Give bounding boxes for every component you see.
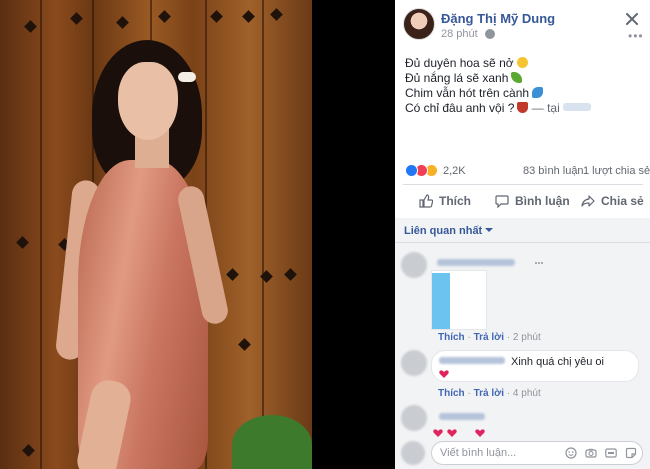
- door-bolt: [210, 10, 223, 23]
- location-prefix: — tại: [531, 101, 560, 115]
- commenter-avatar[interactable]: [401, 350, 427, 376]
- figure-face: [118, 62, 178, 140]
- divider: [395, 242, 650, 243]
- sunflower-emoji-icon: [516, 57, 528, 68]
- commenter-name[interactable]: [439, 413, 485, 420]
- heart-emoji-icon: [439, 370, 449, 378]
- door-bolt: [284, 268, 297, 281]
- share-icon: [581, 195, 595, 207]
- like-label: Thích: [439, 194, 471, 208]
- current-user-avatar: [401, 441, 425, 465]
- commenter-name[interactable]: [439, 357, 505, 364]
- commenter-avatar[interactable]: [401, 405, 427, 431]
- chevron-down-icon: [485, 228, 494, 232]
- door-plank: [262, 0, 264, 469]
- gif-icon[interactable]: [605, 447, 617, 459]
- door-bolt: [16, 236, 29, 249]
- more-icon[interactable]: •••: [628, 30, 644, 42]
- close-icon[interactable]: [625, 12, 639, 26]
- plant: [232, 415, 312, 469]
- leaf-emoji-icon: [511, 72, 523, 83]
- comment-reply-link[interactable]: Trả lời: [474, 332, 504, 343]
- caption-line: Đủ duyên hoa sẽ nở: [405, 56, 641, 71]
- comment-label: Bình luận: [515, 194, 570, 208]
- comment-meta: Thích · Trả lời · 4 phút: [438, 388, 541, 399]
- commenter-name[interactable]: [437, 259, 515, 266]
- door-bolt: [22, 444, 35, 457]
- comment-sticker: [432, 273, 450, 329]
- door-bolt: [270, 8, 283, 21]
- commenter-avatar[interactable]: [401, 252, 427, 278]
- comment-time: 2 phút: [512, 332, 541, 343]
- author-avatar[interactable]: [403, 8, 435, 40]
- share-label: Chia sẻ: [601, 194, 644, 208]
- door-bolt: [116, 16, 129, 29]
- comment-time: 4 phút: [512, 388, 541, 399]
- post-time[interactable]: 28 phút: [441, 28, 478, 40]
- emoji-icon[interactable]: [565, 447, 577, 459]
- door-bolt: [70, 12, 83, 25]
- photo-viewer[interactable]: [0, 0, 395, 469]
- more-icon[interactable]: [535, 259, 543, 267]
- post-photo[interactable]: [0, 0, 312, 469]
- high-heel-emoji-icon: [517, 102, 529, 113]
- comment-button[interactable]: Bình luận: [495, 188, 570, 214]
- sticker-icon[interactable]: [625, 447, 637, 459]
- post-caption: Đủ duyên hoa sẽ nở Đủ nắng lá sẽ xanh Ch…: [405, 56, 641, 116]
- post-stats: 2,2K 83 bình luận 1 lượt chia sẻ: [405, 163, 650, 179]
- door-bolt: [158, 10, 171, 23]
- caption-line: Đủ nắng lá sẽ xanh: [405, 71, 641, 86]
- comment-sort-dropdown[interactable]: Liên quan nhất: [404, 225, 494, 237]
- comment-like-link[interactable]: Thích: [438, 388, 465, 399]
- like-icon: [419, 194, 433, 208]
- door-bolt: [24, 20, 37, 33]
- hair-clip: [178, 72, 196, 82]
- comment-sticker-box[interactable]: [431, 270, 487, 330]
- door-bolt: [226, 268, 239, 281]
- reaction-count[interactable]: 2,2K: [443, 165, 466, 177]
- comment-meta: Thích · Trả lời · 2 phút: [438, 332, 541, 343]
- comment-count[interactable]: 83 bình luận: [523, 165, 584, 177]
- door-bolt: [238, 338, 251, 351]
- comment-composer: [395, 437, 650, 469]
- share-button[interactable]: Chia sẻ: [581, 188, 644, 214]
- comment-like-link[interactable]: Thích: [438, 332, 465, 343]
- door-plank: [40, 0, 42, 469]
- like-reaction-icon[interactable]: [405, 164, 418, 177]
- door-bolt: [242, 10, 255, 23]
- comment-icon: [495, 195, 509, 208]
- bird-emoji-icon: [532, 87, 544, 98]
- like-button[interactable]: Thích: [419, 188, 471, 214]
- caption-line: Có chỉ đâu anh vội ? — tại: [405, 101, 641, 116]
- post-actions: Thích Bình luận Chia sẻ: [403, 188, 644, 214]
- divider: [403, 184, 643, 185]
- post-header: Đặng Thị Mỹ Dung 28 phút •••: [403, 8, 643, 44]
- location-link[interactable]: [562, 103, 591, 111]
- comment-text: Xinh quá chị yêu oi: [511, 356, 604, 368]
- author-name[interactable]: Đặng Thị Mỹ Dung: [441, 11, 555, 26]
- caption-line: Chim vẫn hót trên cành: [405, 86, 641, 101]
- comment-reply-link[interactable]: Trả lời: [474, 388, 504, 399]
- globe-icon: [485, 29, 495, 39]
- share-count[interactable]: 1 lượt chia sẻ: [583, 165, 650, 177]
- post-panel: Đặng Thị Mỹ Dung 28 phút ••• Đủ duyên ho…: [395, 0, 650, 469]
- camera-icon[interactable]: [585, 447, 597, 459]
